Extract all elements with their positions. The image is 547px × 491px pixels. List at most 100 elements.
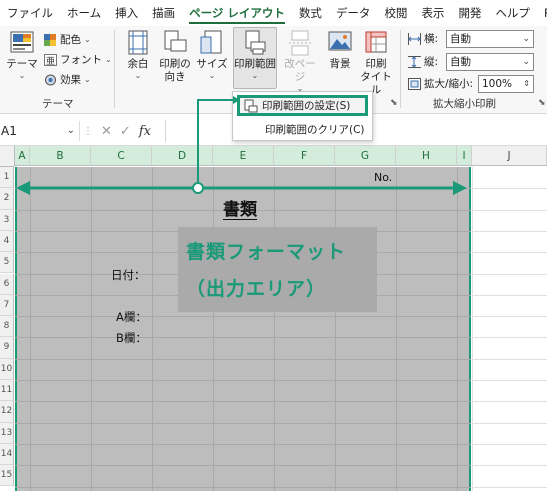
gridline: [473, 401, 547, 403]
scale-launcher-icon[interactable]: ⬊: [538, 98, 546, 108]
tab-7[interactable]: 校閲: [377, 0, 414, 26]
more-icon: ⋮: [83, 125, 93, 137]
set-print-area-icon: [240, 99, 262, 113]
zoom-input[interactable]: 100% ⇕: [478, 75, 534, 93]
print-area-dropdown: 印刷範囲の設定(S) 印刷範囲のクリア(C): [232, 91, 373, 141]
row-header-6[interactable]: 6: [0, 273, 14, 295]
font-icon: 亜: [44, 53, 57, 67]
column-header-e[interactable]: E: [213, 146, 274, 166]
chevron-down-icon: ⌄: [134, 71, 142, 80]
tab-10[interactable]: ヘルプ: [488, 0, 537, 26]
enter-icon[interactable]: ✓: [120, 124, 131, 139]
tab-5[interactable]: 数式: [292, 0, 329, 26]
background-image-icon: [328, 30, 352, 56]
insert-function-icon[interactable]: fx: [139, 124, 151, 139]
row-header-9[interactable]: 9: [0, 337, 14, 359]
name-box[interactable]: A1 ⌄: [0, 121, 80, 141]
gridline: [15, 465, 471, 467]
zoom-label: 拡大/縮小:: [424, 78, 474, 90]
spinner-icon[interactable]: ⇕: [523, 76, 530, 92]
height-label: 縦:: [424, 56, 439, 68]
tab-2[interactable]: 挿入: [108, 0, 145, 26]
row-header-8[interactable]: 8: [0, 316, 14, 338]
colors-button[interactable]: 配色 ⌄: [44, 32, 91, 47]
row-header-10[interactable]: 10: [0, 358, 14, 380]
row-header-15[interactable]: 15: [0, 465, 14, 487]
print-area-button[interactable]: 印刷範囲 ⌄: [234, 30, 276, 81]
print-titles-label-1: 印刷: [365, 58, 387, 70]
gridline: [473, 273, 547, 275]
chevron-down-icon[interactable]: ⌄: [67, 121, 75, 141]
column-header-b[interactable]: B: [30, 146, 91, 166]
column-header-d[interactable]: D: [152, 146, 213, 166]
margins-button[interactable]: 余白 ⌄: [122, 30, 154, 81]
size-label: サイズ: [196, 58, 228, 70]
column-header-c[interactable]: C: [91, 146, 152, 166]
colors-label: 配色: [60, 34, 81, 46]
tab-1[interactable]: ホーム: [60, 0, 108, 26]
column-header-j[interactable]: J: [472, 146, 547, 166]
row-header-14[interactable]: 14: [0, 443, 14, 466]
column-header-g[interactable]: G: [335, 146, 396, 166]
tab-0[interactable]: ファイル: [0, 0, 60, 26]
gridline: [473, 443, 547, 445]
tab-4[interactable]: ページ レイアウト: [182, 0, 292, 26]
column-header-a[interactable]: A: [15, 146, 30, 166]
breaks-button[interactable]: 改ページ ⌄: [280, 30, 320, 94]
set-print-area-item[interactable]: 印刷範囲の設定(S): [237, 95, 368, 116]
tab-11[interactable]: Power Pi: [537, 0, 547, 26]
tab-6[interactable]: データ: [329, 0, 378, 26]
page-setup-launcher-icon[interactable]: ⬊: [390, 98, 398, 108]
clear-print-area-item[interactable]: 印刷範囲のクリア(C): [237, 119, 368, 140]
tab-9[interactable]: 開発: [451, 0, 488, 26]
fonts-button[interactable]: 亜 フォント ⌄: [44, 52, 112, 67]
row-header-11[interactable]: 11: [0, 380, 14, 402]
gridline: [457, 167, 458, 491]
theme-button[interactable]: テーマ ⌄: [6, 30, 38, 81]
width-select[interactable]: 自動 ⌄: [446, 30, 534, 48]
fonts-label: フォント: [60, 54, 102, 66]
ribbon-tabs: ファイルホーム挿入描画ページ レイアウト数式データ校閲表示開発ヘルプPower …: [0, 0, 547, 26]
gridline: [15, 358, 471, 360]
cancel-icon[interactable]: ✕: [101, 124, 112, 139]
paper-size-icon: [200, 30, 224, 56]
tab-3[interactable]: 描画: [145, 0, 182, 26]
gridline: [473, 252, 547, 254]
row-header-12[interactable]: 12: [0, 401, 14, 423]
width-icon: [408, 32, 421, 45]
gridline: [15, 486, 471, 488]
row-header-3[interactable]: 3: [0, 209, 14, 231]
zoom-label-row: 拡大/縮小:: [408, 76, 473, 91]
row-header-7[interactable]: 7: [0, 294, 14, 317]
row-header-1[interactable]: 1: [0, 167, 14, 189]
row-header-13[interactable]: 13: [0, 422, 14, 444]
gridline: [213, 167, 214, 491]
width-label: 横:: [424, 33, 439, 45]
height-select[interactable]: 自動 ⌄: [446, 53, 534, 71]
row-header-4[interactable]: 4: [0, 230, 14, 253]
annotation-subtitle: （出力エリア）: [186, 278, 327, 300]
group-divider: [400, 30, 401, 108]
row-header-2[interactable]: 2: [0, 188, 14, 210]
row-header-5[interactable]: 5: [0, 252, 14, 274]
column-header-i[interactable]: I: [457, 146, 472, 166]
background-button[interactable]: 背景: [324, 30, 356, 71]
gridline: [30, 167, 31, 491]
effects-button[interactable]: 効果 ⌄: [44, 72, 91, 87]
tab-8[interactable]: 表示: [414, 0, 451, 26]
print-titles-button[interactable]: 印刷 タイトル: [358, 30, 394, 97]
group-divider: [114, 30, 115, 108]
size-button[interactable]: サイズ ⌄: [196, 30, 228, 81]
column-header-h[interactable]: H: [396, 146, 457, 166]
chevron-down-icon: ⌄: [251, 71, 259, 80]
orientation-button[interactable]: 印刷の 向き: [158, 30, 192, 84]
print-area-icon: [243, 30, 267, 56]
column-header-f[interactable]: F: [274, 146, 335, 166]
theme-group-label: テーマ: [42, 98, 74, 110]
select-all-corner[interactable]: [0, 146, 15, 167]
gridline: [473, 294, 547, 296]
name-box-value: A1: [1, 124, 17, 138]
gridline: [473, 230, 547, 232]
gridline: [15, 316, 471, 318]
margins-icon: [126, 30, 150, 56]
